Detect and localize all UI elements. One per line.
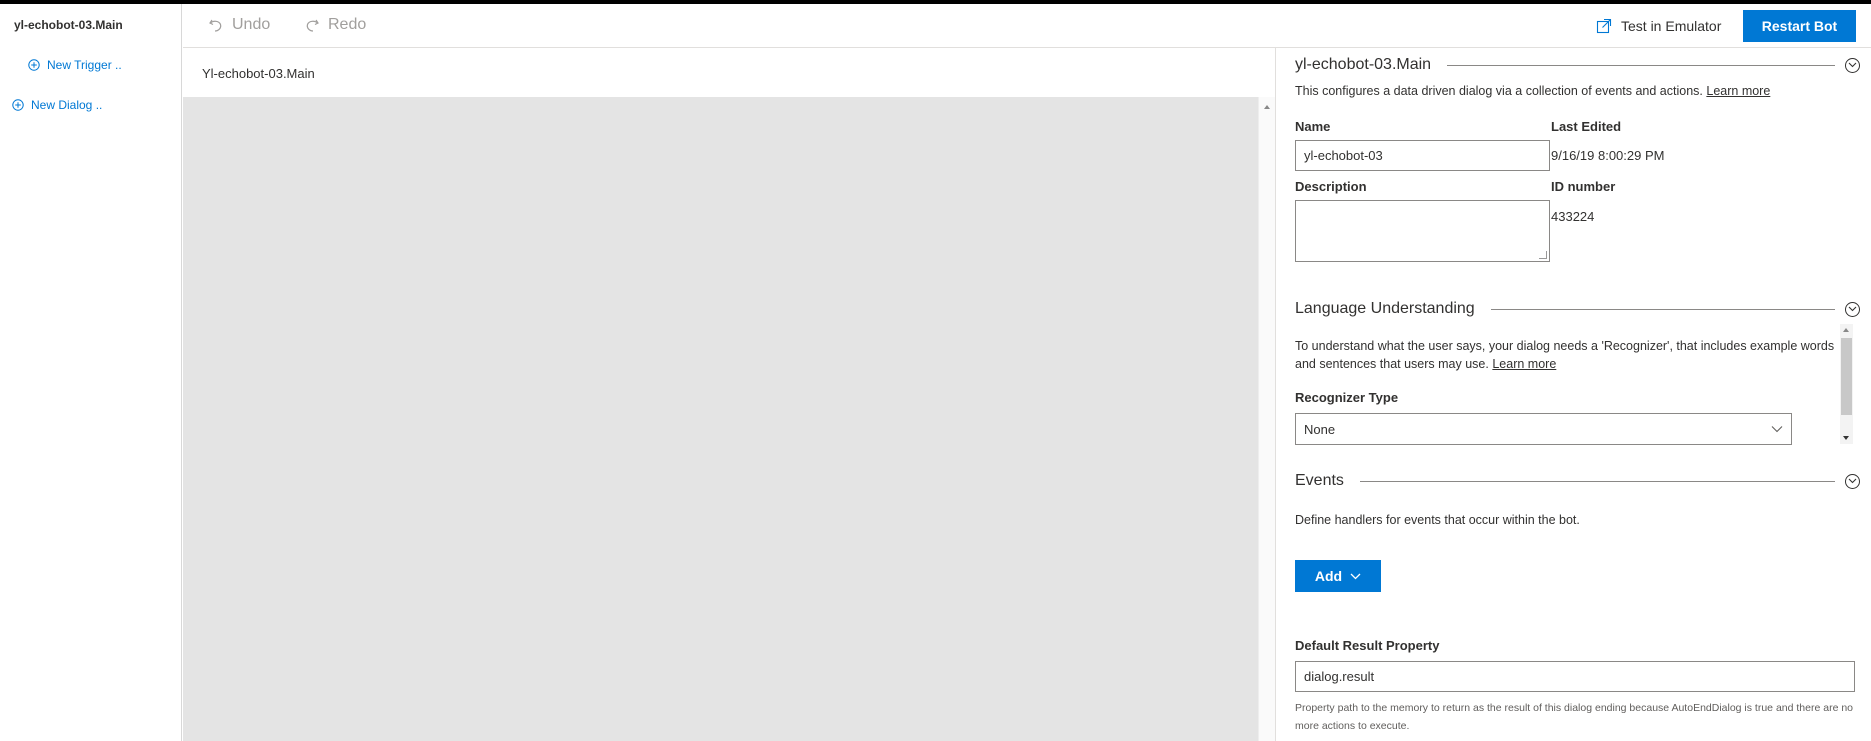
events-section-header: Events	[1295, 472, 1860, 490]
default-result-property-help: Property path to the memory to return as…	[1295, 702, 1854, 732]
section-divider-line	[1490, 308, 1835, 310]
scroll-down-arrow-icon[interactable]	[1843, 436, 1849, 440]
recognizer-type-value: None	[1304, 421, 1336, 437]
open-external-icon	[1596, 18, 1612, 34]
dialog-description-text: This configures a data driven dialog via…	[1295, 84, 1703, 98]
dialog-section-header: yl-echobot-03.Main	[1295, 56, 1860, 74]
add-circle-icon	[28, 59, 40, 71]
resize-grip-icon[interactable]	[1539, 251, 1547, 259]
test-in-emulator-label: Test in Emulator	[1621, 18, 1722, 34]
add-button-label: Add	[1314, 568, 1343, 584]
dialog-learn-more-link[interactable]: Learn more	[1706, 84, 1770, 98]
name-field[interactable]: yl-echobot-03	[1295, 140, 1550, 171]
language-understanding-description: To understand what the user says, your d…	[1295, 337, 1835, 373]
description-field[interactable]	[1295, 200, 1550, 262]
redo-icon	[306, 19, 319, 32]
undo-icon	[209, 19, 222, 32]
new-trigger-label: New Trigger ..	[47, 58, 122, 72]
collapse-chevron-icon[interactable]	[1845, 473, 1860, 489]
id-number-value: 433224	[1551, 209, 1595, 224]
description-label: Description	[1295, 179, 1367, 194]
section-divider-line	[1447, 64, 1835, 66]
default-result-property-label: Default Result Property	[1295, 638, 1440, 653]
undo-button[interactable]: Undo	[208, 16, 270, 34]
chevron-down-icon	[1350, 573, 1361, 579]
collapse-chevron-icon[interactable]	[1845, 57, 1860, 73]
recognizer-type-label: Recognizer Type	[1295, 390, 1399, 405]
canvas-scrollbar[interactable]	[1258, 97, 1275, 741]
dialog-tree-item-main[interactable]: yl-echobot-03.Main	[14, 18, 123, 32]
dialog-title: yl-echobot-03.Main	[1295, 56, 1432, 73]
breadcrumb[interactable]: Yl-echobot-03.Main	[202, 66, 315, 81]
events-description: Define handlers for events that occur wi…	[1295, 513, 1580, 527]
dialog-description: This configures a data driven dialog via…	[1295, 82, 1770, 100]
project-tree-sidebar: yl-echobot-03.Main New Trigger .. New Di…	[0, 4, 182, 741]
new-dialog-label: New Dialog ..	[31, 98, 103, 112]
scrollbar-thumb[interactable]	[1841, 338, 1852, 415]
top-toolbar: Undo Redo Test in Emulator Restart Bot	[183, 4, 1871, 48]
section-divider-line	[1359, 480, 1835, 482]
new-trigger-link[interactable]: New Trigger ..	[28, 58, 122, 72]
scroll-up-arrow-icon[interactable]	[1843, 328, 1849, 332]
id-number-label: ID number	[1551, 179, 1616, 194]
scroll-up-arrow-icon[interactable]	[1264, 105, 1270, 109]
visual-editor-canvas[interactable]	[183, 97, 1258, 741]
collapse-chevron-icon[interactable]	[1845, 301, 1860, 317]
recognizer-type-dropdown[interactable]: None	[1295, 413, 1792, 445]
default-result-property-field[interactable]: dialog.result	[1295, 661, 1855, 692]
new-dialog-link[interactable]: New Dialog ..	[12, 98, 102, 112]
language-understanding-title: Language Understanding	[1295, 300, 1475, 317]
redo-button[interactable]: Redo	[304, 16, 366, 34]
last-edited-label: Last Edited	[1551, 119, 1622, 134]
chevron-down-icon	[1771, 426, 1783, 433]
language-description-text: To understand what the user says, your d…	[1295, 339, 1835, 371]
language-learn-more-link[interactable]: Learn more	[1492, 357, 1556, 371]
property-editor-panel: yl-echobot-03.Main This configures a dat…	[1276, 48, 1871, 741]
restart-bot-button[interactable]: Restart Bot	[1743, 10, 1856, 42]
add-event-button[interactable]: Add	[1295, 560, 1381, 592]
events-title: Events	[1295, 472, 1344, 489]
last-edited-value: 9/16/19 8:00:29 PM	[1551, 148, 1665, 163]
undo-label: Undo	[232, 16, 271, 33]
redo-label: Redo	[328, 16, 367, 33]
test-in-emulator-button[interactable]: Test in Emulator	[1596, 18, 1721, 34]
add-circle-icon	[12, 99, 24, 111]
language-understanding-header: Language Understanding	[1295, 300, 1860, 318]
panel-scrollbar[interactable]	[1840, 324, 1853, 444]
name-label: Name	[1295, 119, 1331, 134]
